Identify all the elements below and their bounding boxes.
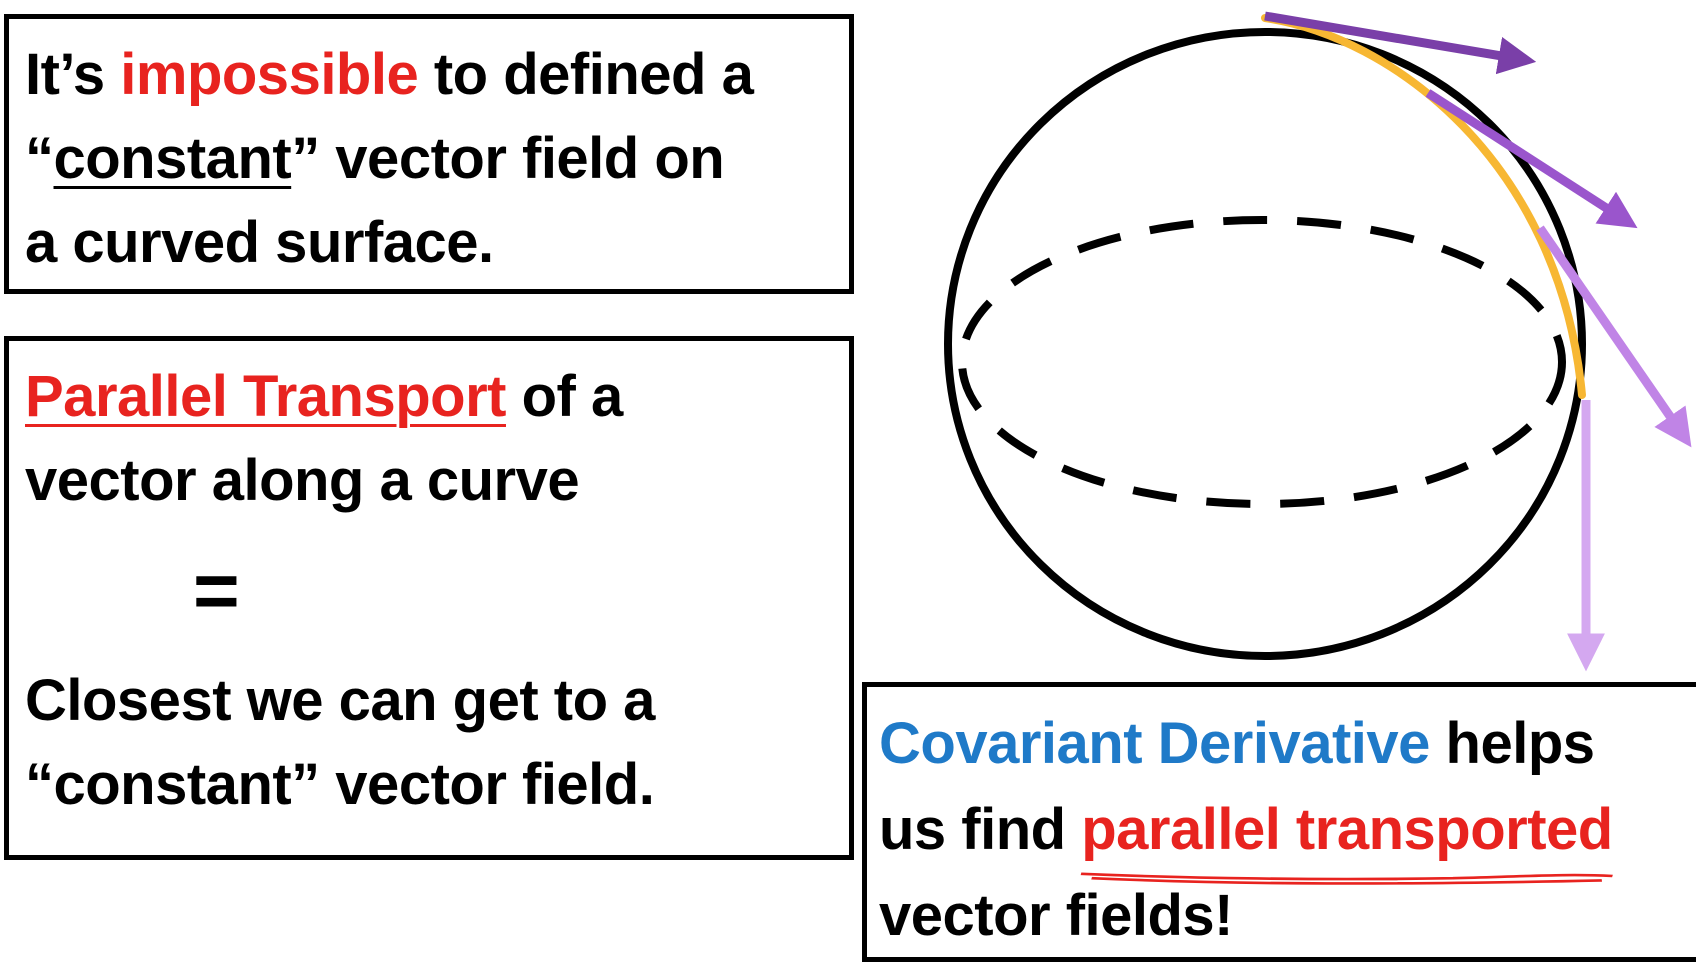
transport-curve — [1261, 14, 1586, 399]
cd-line-2: us find parallel transported — [879, 787, 1696, 885]
tangent-vector-3 — [1536, 225, 1692, 448]
pt-line-1: Parallel Transport of a — [25, 364, 623, 429]
parallel-transport-highlight: Parallel Transport — [25, 364, 506, 429]
hand-drawn-underline — [1080, 872, 1614, 885]
pt-line-3: Closest we can get to a — [25, 668, 655, 733]
sphere-outline — [944, 28, 1586, 660]
constant-underlined: constant — [53, 126, 292, 191]
pt-line-2: vector along a curve — [25, 448, 580, 513]
statement-box: It’s impossible to defined a “constant” … — [4, 14, 854, 294]
statement-line-3: a curved surface. — [25, 210, 494, 275]
parallel-transport-box: Parallel Transport of a vector along a c… — [4, 336, 854, 860]
covariant-derivative-box: Covariant Derivative helps us find paral… — [862, 682, 1696, 962]
equals-sign: = — [193, 546, 240, 635]
tangent-vector-2 — [1425, 89, 1638, 229]
pt-line-4: “constant” vector field. — [25, 752, 655, 817]
impossible-highlight: impossible — [120, 42, 419, 107]
cd-line-1: Covariant Derivative helps — [879, 711, 1595, 776]
equator-ellipse-dashed — [958, 216, 1566, 508]
statement-line-2: “constant” vector field on — [25, 126, 725, 191]
parallel-transported-wrap: parallel transported — [1080, 787, 1613, 885]
covariant-derivative-highlight: Covariant Derivative — [879, 711, 1430, 776]
parallel-transported-highlight: parallel transported — [1081, 797, 1613, 862]
statement-line-1: It’s impossible to defined a — [25, 42, 754, 107]
tangent-vector-1 — [1264, 11, 1537, 75]
